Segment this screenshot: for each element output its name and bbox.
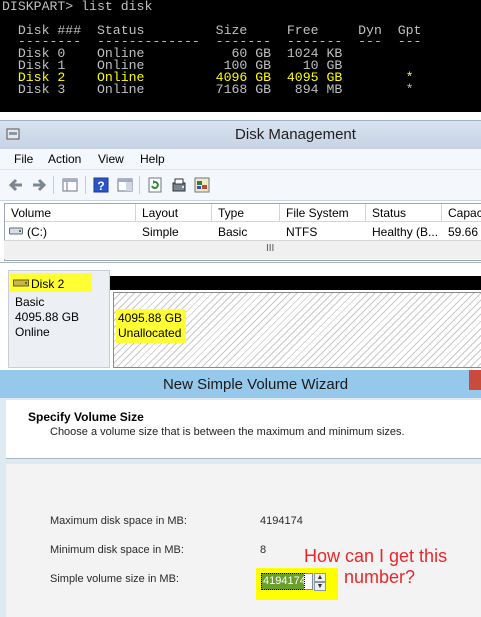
column-header-status[interactable]: Status <box>366 204 442 222</box>
volume-status: Healthy (B... <box>372 225 439 239</box>
min-space-value: 8 <box>260 544 267 556</box>
refresh-icon[interactable] <box>147 177 163 193</box>
disk-kind: Basic <box>15 295 45 309</box>
disk-status: Online <box>15 325 50 339</box>
wizard-heading: Specify Volume Size <box>28 410 144 424</box>
wizard-content <box>6 464 481 617</box>
volume-layout: Simple <box>142 225 179 239</box>
toolbar-separator <box>85 176 86 194</box>
volume-capacity: 59.66 G <box>448 225 481 239</box>
toolbar: ? <box>0 170 481 201</box>
help-icon[interactable]: ? <box>93 177 109 193</box>
svg-text:?: ? <box>97 179 104 193</box>
volume-type: Basic <box>218 225 248 239</box>
volume-file-system: NTFS <box>286 225 318 239</box>
disk-partition-bar <box>110 276 481 290</box>
partition-size: 4095.88 GB <box>118 311 183 325</box>
menu-file[interactable]: File <box>14 152 33 166</box>
menu-help[interactable]: Help <box>140 152 165 166</box>
close-button[interactable] <box>469 370 481 390</box>
unallocated-partition[interactable]: 4095.88 GB Unallocated <box>113 292 481 368</box>
volume-name[interactable]: (C:) <box>27 225 47 239</box>
annotation-line: How can I get this <box>304 546 448 566</box>
wizard-header: Specify Volume Size Choose a volume size… <box>6 400 481 459</box>
properties-pane-icon[interactable] <box>117 177 133 193</box>
wizard-subheading: Choose a volume size that is between the… <box>50 426 405 438</box>
menu-view[interactable]: View <box>98 152 124 166</box>
wizard-title: New Simple Volume Wizard <box>162 376 349 393</box>
settings-icon[interactable] <box>194 177 210 193</box>
console-row: Disk 3 Online 7168 GB 894 MB * <box>2 82 414 97</box>
disk-management-titlebar: Disk Management <box>0 120 481 149</box>
disk-size: 4095.88 GB <box>15 310 80 324</box>
column-header-capacity[interactable]: Capac <box>442 204 481 222</box>
toolbar-separator <box>139 176 140 194</box>
menu-bar: File Action View Help <box>0 149 481 170</box>
console-tree-icon[interactable] <box>62 177 78 193</box>
disk-icon <box>13 279 29 287</box>
max-space-label: Maximum disk space in MB: <box>50 515 187 527</box>
scrollbar-grip[interactable]: III <box>266 243 274 254</box>
toolbar-separator <box>53 176 54 194</box>
back-arrow-icon[interactable] <box>8 177 24 193</box>
column-header-volume[interactable]: Volume <box>5 204 136 222</box>
rescan-icon[interactable] <box>171 177 187 193</box>
menu-action[interactable]: Action <box>48 152 81 166</box>
drive-icon <box>9 227 23 235</box>
max-space-value: 4194174 <box>260 515 303 527</box>
volume-size-label: Simple volume size in MB: <box>50 573 179 585</box>
column-header-layout[interactable]: Layout <box>136 204 212 222</box>
diskpart-console: DISKPART> list disk Disk ### Status Size… <box>0 0 481 112</box>
wizard-titlebar: New Simple Volume Wizard <box>0 370 481 398</box>
partition-label: Unallocated <box>118 326 182 340</box>
disk-name: Disk 2 <box>31 277 65 291</box>
console-prompt: DISKPART> list disk <box>2 0 153 14</box>
disk-info-panel[interactable]: Disk 2 Basic 4095.88 GB Online <box>8 270 110 368</box>
annotation-line: number? <box>344 567 416 587</box>
horizontal-scrollbar[interactable]: III <box>4 240 481 259</box>
window-title: Disk Management <box>235 126 356 143</box>
forward-arrow-icon[interactable] <box>31 177 47 193</box>
annotation-question: How can I get this number? <box>304 546 447 588</box>
volume-size-input[interactable]: 4194174 <box>261 573 306 590</box>
column-header-file-system[interactable]: File System <box>280 204 366 222</box>
column-header-type[interactable]: Type <box>212 204 280 222</box>
min-space-label: Minimum disk space in MB: <box>50 544 184 556</box>
